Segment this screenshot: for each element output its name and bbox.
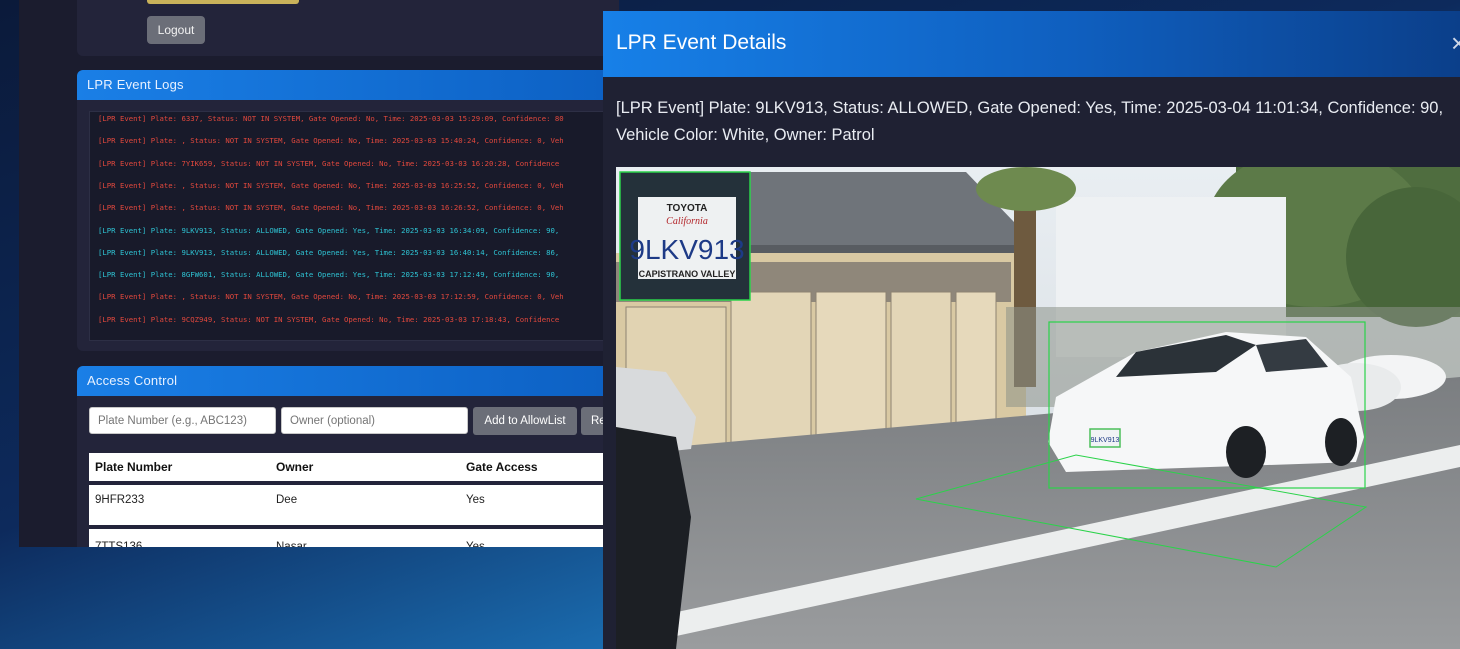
log-entry: [LPR Event] Plate: , Status: NOT IN SYST… [98,203,564,213]
log-entry: [LPR Event] Plate: 9LKV913, Status: ALLO… [98,225,560,235]
log-entry: [LPR Event] Plate: 9CQZ949, Status: NOT … [98,314,560,324]
close-icon[interactable]: × [1451,28,1460,59]
plate-crop-inset: TOYOTA California 9LKV913 CAPISTRANO VAL… [619,171,751,301]
event-message: [LPR Event] Plate: 9LKV913, Status: ALLO… [616,99,1444,144]
event-logs-title: LPR Event Logs [77,70,619,100]
gate-access-cell: Yes [466,494,485,506]
plate-number-input[interactable] [89,407,276,434]
table-row[interactable]: 7TTS136 Nasar Yes [89,529,619,547]
access-control-panel: Access Control Add to AllowList Re Plate… [77,366,619,547]
event-snapshot-image: 9LKV913 TOYOTA California 9LKV913 CAPIST… [616,167,1460,649]
log-entry: [LPR Event] Plate: 8GFW601, Status: ALLO… [98,270,560,280]
gate-access-cell: Yes [466,541,485,547]
owner-input[interactable] [281,407,468,434]
table-row[interactable]: 9HFR233 Dee Yes [89,485,619,525]
modal-header: LPR Event Details × [603,11,1460,77]
event-logs-list[interactable]: [LPR Event] Plate: 6337, Status: NOT IN … [89,111,619,341]
allowlist-table-header: Plate Number Owner Gate Access [89,453,619,481]
owner-cell: Dee [276,494,298,506]
plate-cell: 7TTS136 [95,541,143,547]
plate-cell: 9HFR233 [95,494,145,506]
add-to-allowlist-button[interactable]: Add to AllowList [473,407,577,435]
logout-button[interactable]: Logout [147,16,205,44]
modal-title: LPR Event Details [616,31,787,54]
log-entry: [LPR Event] Plate: 9LKV913, Status: ALLO… [98,247,560,257]
log-entry: [LPR Event] Plate: , Status: NOT IN SYST… [98,180,564,190]
crop-plate-text: 9LKV913 [629,234,744,265]
crop-make-text: TOYOTA [667,203,708,214]
access-control-title: Access Control [77,366,619,396]
column-gate-access: Gate Access [466,460,538,474]
log-entry: [LPR Event] Plate: 6337, Status: NOT IN … [98,114,564,123]
user-info-strip [147,0,299,4]
event-details-modal: LPR Event Details × [LPR Event] Plate: 9… [603,11,1460,649]
log-entry: [LPR Event] Plate: , Status: NOT IN SYST… [98,136,564,146]
column-plate-number: Plate Number [95,460,173,474]
owner-cell: Nasar [276,541,307,547]
crop-state-text: California [666,216,708,227]
user-panel: Logout [77,0,619,56]
crop-dealer-text: CAPISTRANO VALLEY [639,269,736,279]
log-entry: [LPR Event] Plate: 7YIK659, Status: NOT … [98,158,560,168]
column-owner: Owner [276,460,314,474]
log-entry: [LPR Event] Plate: , Status: NOT IN SYST… [98,292,564,302]
dashboard-window: Logout LPR Event Logs [LPR Event] Plate:… [19,0,619,547]
car-plate-text: 9LKV913 [1091,437,1120,444]
event-logs-panel: LPR Event Logs [LPR Event] Plate: 6337, … [77,70,619,351]
